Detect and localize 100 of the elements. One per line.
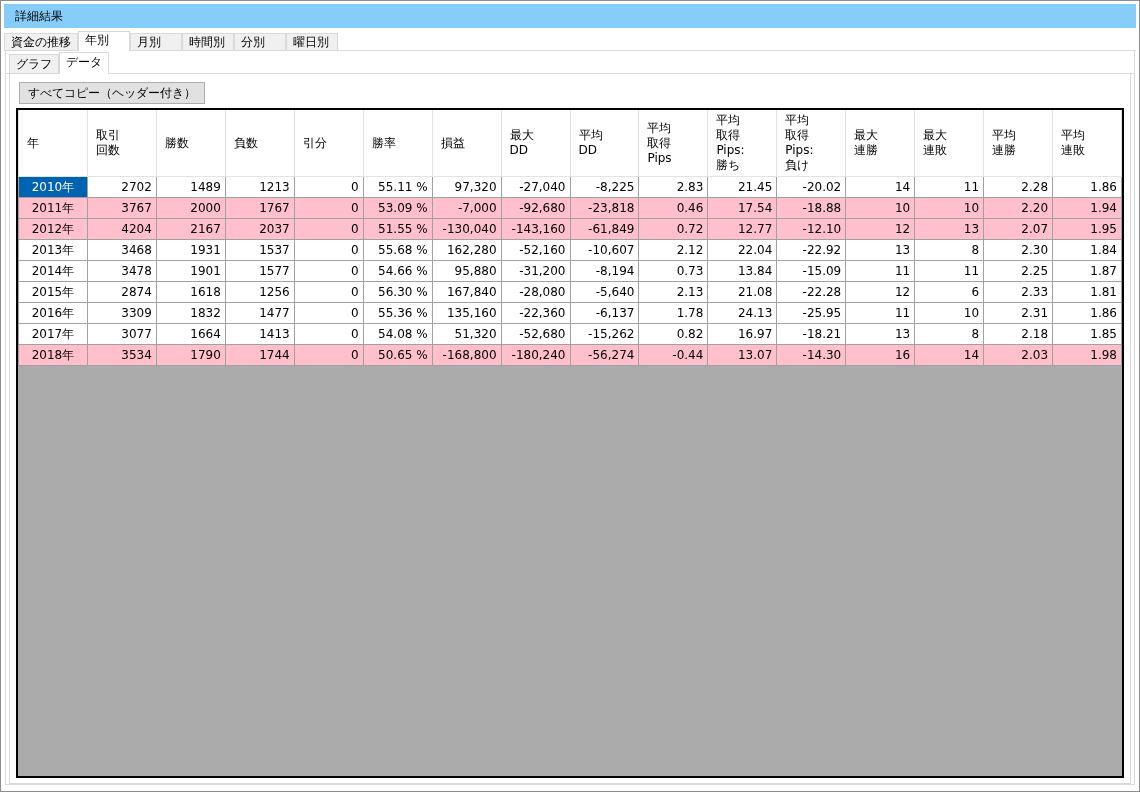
table-cell: 1213 [225,176,295,198]
table-cell: -5,640 [570,281,639,303]
table-cell: 8 [914,323,984,345]
table-cell: 54.08 % [363,323,433,345]
table-cell: 1.87 [1052,260,1122,282]
column-header[interactable]: 取引回数 [95,128,126,158]
table-cell: -8,225 [570,176,639,198]
table-cell: 162,280 [432,239,502,261]
tab[interactable]: 年別 [78,31,130,51]
table-cell: 0 [294,176,364,198]
year-cell-text: 2015年 [30,284,76,301]
tab[interactable]: グラフ [9,54,59,73]
table-cell: 1.85 [1052,323,1122,345]
table-cell: 1577 [225,260,295,282]
column-header[interactable]: 最大連敗 [923,128,954,158]
table-cell: 6 [914,281,984,303]
column-header[interactable]: 勝率 [371,135,402,151]
table-cell: 10 [914,302,984,324]
table-cell: 0 [294,323,364,345]
table-cell: -22.92 [776,239,846,261]
table-cell: -22,360 [501,302,570,324]
table-cell: 3309 [87,302,157,324]
table-cell: 2.31 [983,302,1053,324]
table-cell: -27,040 [501,176,570,198]
table-cell: 13 [845,323,915,345]
table-cell: -15,262 [570,323,639,345]
tab[interactable]: 分別 [234,33,286,50]
column-header[interactable]: 負数 [233,135,264,151]
table-cell: 135,160 [432,302,502,324]
table-cell: -10,607 [570,239,639,261]
table-cell: -31,200 [501,260,570,282]
table-cell: 55.36 % [363,302,433,324]
table-cell: 1489 [156,176,226,198]
table-cell: 11 [845,302,915,324]
table-cell: 21.08 [707,281,777,303]
table-cell: 2.30 [983,239,1053,261]
table-cell: 2702 [87,176,157,198]
column-header[interactable]: 最大連勝 [854,128,885,158]
table-cell: 2.18 [983,323,1053,345]
table-cell: 0.82 [638,323,708,345]
year-cell-text: 2017年 [30,326,76,343]
table-cell: 1901 [156,260,226,282]
table-cell: 13 [845,239,915,261]
table-cell: 3478 [87,260,157,282]
column-header[interactable]: 勝数 [164,135,195,151]
tab[interactable]: 時間別 [182,33,234,50]
tab[interactable]: 曜日別 [286,33,338,50]
column-header[interactable]: 平均連勝 [992,128,1023,158]
column-header[interactable]: 平均連敗 [1061,128,1092,158]
year-cell: 2010年 [19,177,87,197]
table-cell: -52,680 [501,323,570,345]
table-cell: 2.13 [638,281,708,303]
table-cell: 1477 [225,302,295,324]
table-cell: 0.73 [638,260,708,282]
column-header[interactable]: 年 [27,135,57,151]
table-cell: 2.33 [983,281,1053,303]
table-cell: 11 [914,260,984,282]
table-cell: 14 [845,176,915,198]
table-cell: 1.86 [1052,302,1122,324]
table-cell: 167,840 [432,281,502,303]
table-cell: 1.84 [1052,239,1122,261]
table-cell: 21.45 [707,176,777,198]
table-cell: 1832 [156,302,226,324]
table-cell: -8,194 [570,260,639,282]
table-cell: 3468 [87,239,157,261]
table-cell: 1664 [156,323,226,345]
table-cell: 3077 [87,323,157,345]
year-cell-text: 2018年 [30,347,76,364]
table-cell: 11 [914,176,984,198]
column-header[interactable]: 損益 [440,135,471,151]
tab[interactable]: 資金の推移 [4,33,78,50]
table-cell: 16.97 [707,323,777,345]
column-header[interactable]: 引分 [302,135,333,151]
table-cell: 0 [294,302,364,324]
table-cell: -28,080 [501,281,570,303]
table-cell: 1413 [225,323,295,345]
table-cell: -25.95 [776,302,846,324]
table-cell: -52,160 [501,239,570,261]
table-cell: 55.11 % [363,176,433,198]
table-cell: -6,137 [570,302,639,324]
table-cell: 51,320 [432,323,502,345]
tab[interactable]: 月別 [130,33,182,50]
table-cell: 2.25 [983,260,1053,282]
table-cell: 11 [845,260,915,282]
window-title: 詳細結果 [4,4,1136,28]
table-cell: 1256 [225,281,295,303]
table-cell: 0 [294,281,364,303]
table-cell: 0 [294,260,364,282]
table-cell: 22.04 [707,239,777,261]
table-cell: 0 [294,239,364,261]
tab[interactable]: データ [59,52,109,74]
table-cell: 8 [914,239,984,261]
table-cell: 2.12 [638,239,708,261]
table-cell: 95,880 [432,260,502,282]
table-cell: 2874 [87,281,157,303]
table-cell: 1.86 [1052,176,1122,198]
table-cell: 13.84 [707,260,777,282]
table-cell: 24.13 [707,302,777,324]
copy-all-button[interactable]: すべてコピー（ヘッダー付き） [19,82,205,104]
table-cell: -20.02 [776,176,846,198]
